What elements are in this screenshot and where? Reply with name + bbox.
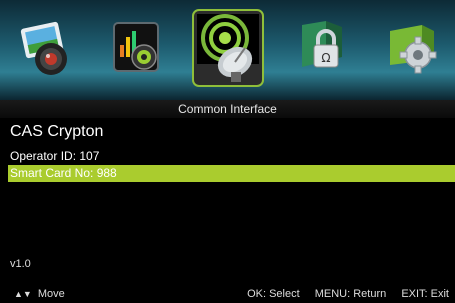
tv-menu-screen: Ω Common Interface CAS Crypton Operator … (0, 0, 455, 303)
ok-select-hint: OK: Select (247, 288, 300, 300)
up-down-arrows-icon: ▲▼ (14, 289, 32, 299)
move-hint: ▲▼ Move (14, 285, 65, 303)
move-label: Move (37, 288, 65, 300)
main-menu-bar: Ω (0, 0, 455, 101)
ci-module-name: CAS Crypton (10, 123, 104, 140)
settings-icon[interactable] (382, 17, 442, 79)
operator-id-item[interactable]: Operator ID: 107 (8, 148, 455, 165)
help-bar: ▲▼ Move OK: Select MENU: Return EXIT: Exi… (0, 285, 455, 303)
version-label: v1.0 (10, 258, 31, 270)
picture-icon[interactable] (15, 17, 75, 79)
menu-return-hint: MENU: Return (314, 288, 387, 300)
svg-text:Ω: Ω (321, 51, 330, 65)
lock-icon[interactable]: Ω (292, 17, 352, 79)
channel-dish-icon[interactable] (191, 8, 265, 88)
section-title: Common Interface (0, 100, 455, 118)
key-hints: OK: Select MENU: Return EXIT: Exit (235, 285, 449, 303)
sound-icon[interactable] (108, 17, 168, 79)
exit-hint: EXIT: Exit (401, 288, 449, 300)
smart-card-no-item[interactable]: Smart Card No: 988 (8, 165, 455, 182)
